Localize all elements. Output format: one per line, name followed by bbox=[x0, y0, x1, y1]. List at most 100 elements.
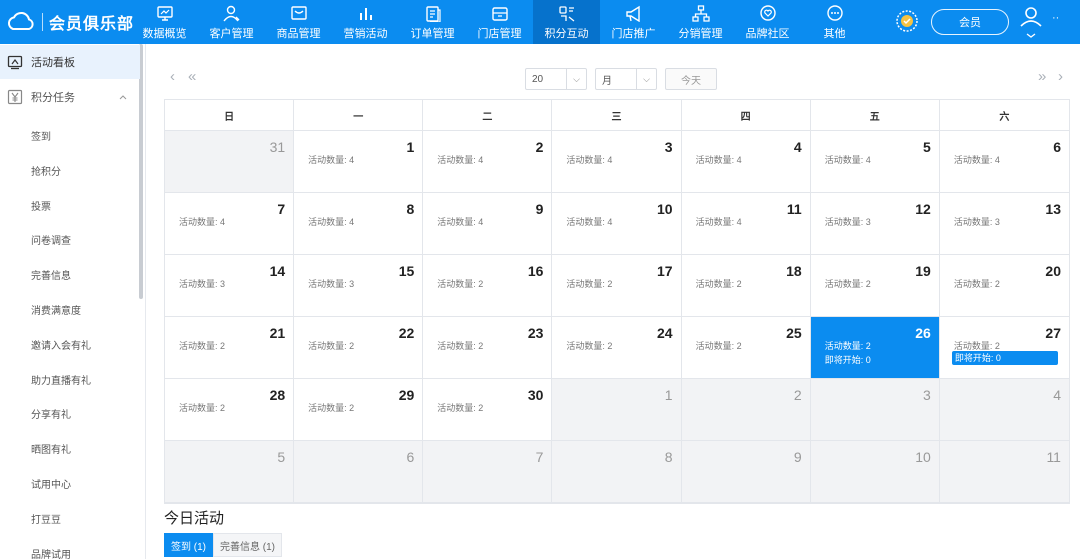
day-number: 8 bbox=[664, 449, 673, 465]
calendar-day-cell[interactable]: 6 活动数量: 4 bbox=[939, 131, 1069, 193]
day-number: 26 bbox=[915, 325, 931, 341]
calendar-day-cell[interactable]: 1 bbox=[552, 379, 682, 441]
sidebar: 活动看板 积分任务 签到抢积分投票问卷调查完善信息消费满意度邀请入会有礼 助力直播… bbox=[0, 44, 146, 559]
calendar-day-cell[interactable]: 2 活动数量: 4 bbox=[423, 131, 553, 193]
sidebar-subitem[interactable]: 分享有礼 bbox=[31, 406, 71, 421]
nav-item-6[interactable]: 积分互动 bbox=[533, 0, 600, 44]
sidebar-item-dashboard[interactable]: 活动看板 bbox=[0, 45, 140, 79]
calendar-day-cell[interactable]: 14 活动数量: 3 bbox=[165, 255, 295, 317]
sidebar-subitem[interactable]: 晒图有礼 bbox=[31, 441, 71, 456]
next-year-icon[interactable]: » bbox=[1038, 68, 1046, 85]
activity-count: 活动数量: 4 bbox=[695, 155, 742, 165]
calendar-day-cell[interactable]: 4 活动数量: 4 bbox=[681, 131, 811, 193]
nav-item-5[interactable]: 门店管理 bbox=[466, 0, 533, 44]
calendar-day-cell-today[interactable]: 26 活动数量: 2 即将开始: 0 bbox=[810, 317, 940, 379]
calendar-day-cell[interactable]: 3 活动数量: 4 bbox=[552, 131, 682, 193]
nav-item-9[interactable]: 品牌社区 bbox=[734, 0, 801, 44]
sidebar-subitem[interactable]: 消费满意度 bbox=[31, 302, 81, 317]
calendar-day-cell[interactable]: 22 活动数量: 2 bbox=[294, 317, 424, 379]
calendar-day-cell[interactable]: 13 活动数量: 3 bbox=[939, 193, 1069, 255]
sidebar-subitem[interactable]: 助力直播有礼 bbox=[31, 372, 91, 387]
nav-item-0[interactable]: 数据概览 bbox=[131, 0, 198, 44]
nav-item-2[interactable]: 商品管理 bbox=[265, 0, 332, 44]
today-button[interactable]: 今天 bbox=[665, 68, 717, 90]
weekday-label: 五 bbox=[810, 100, 940, 131]
day-number: 25 bbox=[786, 325, 802, 341]
chevron-down-icon: ⌵ bbox=[566, 69, 586, 89]
top-nav-bar: 会员俱乐部 数据概览 客户管理 商品管理 营销活动 订单管理 门店管理 积分互动 门店推广 分销… bbox=[0, 0, 1080, 44]
sidebar-subitem[interactable]: 签到 bbox=[31, 128, 51, 143]
day-number: 4 bbox=[793, 139, 802, 155]
calendar-day-cell[interactable]: 29 活动数量: 2 bbox=[294, 379, 424, 441]
calendar-day-cell[interactable]: 12 活动数量: 3 bbox=[810, 193, 940, 255]
day-number: 15 bbox=[398, 263, 415, 279]
user-name[interactable]: ·· bbox=[1052, 12, 1076, 24]
calendar-day-cell[interactable]: 18 活动数量: 2 bbox=[681, 255, 811, 317]
calendar-day-cell[interactable]: 2 bbox=[681, 379, 811, 441]
day-number: 31 bbox=[269, 139, 286, 155]
brand[interactable]: 会员俱乐部 bbox=[0, 0, 140, 44]
sidebar-subitem[interactable]: 问卷调查 bbox=[31, 232, 71, 247]
bar-chart-icon bbox=[359, 7, 372, 20]
calendar-day-cell[interactable]: 5 bbox=[165, 441, 295, 503]
user-avatar-icon[interactable] bbox=[1018, 4, 1044, 40]
calendar-day-cell[interactable]: 5 活动数量: 4 bbox=[810, 131, 940, 193]
calendar-day-cell[interactable]: 4 bbox=[939, 379, 1069, 441]
sidebar-subitem[interactable]: 投票 bbox=[31, 198, 51, 213]
next-month-icon[interactable]: › bbox=[1058, 68, 1063, 85]
calendar-day-cell[interactable]: 30 活动数量: 2 bbox=[423, 379, 553, 441]
store-switch-button[interactable]: 会员 bbox=[931, 9, 1009, 35]
calendar-day-cell[interactable]: 20 活动数量: 2 bbox=[939, 255, 1069, 317]
calendar-day-cell[interactable]: 9 活动数量: 4 bbox=[423, 193, 553, 255]
calendar-day-cell[interactable]: 8 活动数量: 4 bbox=[294, 193, 424, 255]
calendar-day-cell[interactable]: 8 bbox=[552, 441, 682, 503]
calendar-day-cell[interactable]: 3 bbox=[810, 379, 940, 441]
calendar-day-cell[interactable]: 28 活动数量: 2 bbox=[165, 379, 295, 441]
sidebar-group-points-tasks[interactable]: 积分任务 bbox=[0, 80, 140, 114]
month-select[interactable]: 月 ⌵ bbox=[595, 68, 657, 90]
sidebar-subitem[interactable]: 抢积分 bbox=[31, 163, 61, 178]
calendar-day-cell[interactable]: 1 活动数量: 4 bbox=[294, 131, 424, 193]
calendar-day-cell[interactable]: 23 活动数量: 2 bbox=[423, 317, 553, 379]
dashboard-icon bbox=[7, 55, 23, 70]
calendar-day-cell[interactable]: 17 活动数量: 2 bbox=[552, 255, 682, 317]
calendar-day-cell[interactable]: 10 bbox=[810, 441, 940, 503]
sidebar-subitem[interactable]: 邀请入会有礼 bbox=[31, 337, 91, 352]
calendar-day-cell[interactable]: 6 bbox=[294, 441, 424, 503]
activity-tab[interactable]: 签到 (1) bbox=[164, 533, 213, 557]
sidebar-subitem[interactable]: 品牌试用 bbox=[31, 546, 71, 559]
calendar-day-cell[interactable]: 16 活动数量: 2 bbox=[423, 255, 553, 317]
calendar-day-cell[interactable]: 31 bbox=[165, 131, 295, 193]
activity-count: 活动数量: 4 bbox=[179, 217, 226, 227]
calendar-day-cell[interactable]: 7 活动数量: 4 bbox=[165, 193, 295, 255]
calendar-day-cell[interactable]: 7 bbox=[423, 441, 553, 503]
year-select[interactable]: 20 ⌵ bbox=[525, 68, 587, 90]
calendar-day-cell[interactable]: 24 活动数量: 2 bbox=[552, 317, 682, 379]
calendar-day-cell[interactable]: 10 活动数量: 4 bbox=[552, 193, 682, 255]
calendar-day-cell[interactable]: 21 活动数量: 2 bbox=[165, 317, 295, 379]
network-icon bbox=[691, 4, 710, 22]
nav-item-4[interactable]: 订单管理 bbox=[399, 0, 466, 44]
activity-tab[interactable]: 完善信息 (1) bbox=[213, 533, 282, 557]
calendar-day-cell[interactable]: 11 bbox=[939, 441, 1069, 503]
calendar-day-cell[interactable]: 15 活动数量: 3 bbox=[294, 255, 424, 317]
nav-item-1[interactable]: 客户管理 bbox=[198, 0, 265, 44]
member-badge-icon[interactable] bbox=[894, 8, 920, 34]
calendar-day-cell[interactable]: 27 活动数量: 2 即将开始: 0 bbox=[939, 317, 1069, 379]
calendar-day-cell[interactable]: 11 活动数量: 4 bbox=[681, 193, 811, 255]
sidebar-subitem[interactable]: 试用中心 bbox=[31, 476, 71, 491]
calendar-day-cell[interactable]: 9 bbox=[681, 441, 811, 503]
weekday-label: 四 bbox=[681, 100, 811, 131]
calendar-day-cell[interactable]: 19 活动数量: 2 bbox=[810, 255, 940, 317]
sidebar-subitem[interactable]: 完善信息 bbox=[31, 267, 71, 282]
nav-item-label: 商品管理 bbox=[276, 27, 321, 40]
prev-year-icon[interactable]: « bbox=[188, 68, 196, 85]
sidebar-subitem[interactable]: 打豆豆 bbox=[31, 511, 61, 526]
nav-item-3[interactable]: 营销活动 bbox=[332, 0, 399, 44]
nav-item-8[interactable]: 分销管理 bbox=[667, 0, 734, 44]
nav-item-10[interactable]: 其他 bbox=[801, 0, 868, 44]
nav-item-7[interactable]: 门店推广 bbox=[600, 0, 667, 44]
day-number: 12 bbox=[915, 201, 931, 217]
calendar-day-cell[interactable]: 25 活动数量: 2 bbox=[681, 317, 811, 379]
prev-month-icon[interactable]: ‹ bbox=[170, 68, 175, 85]
